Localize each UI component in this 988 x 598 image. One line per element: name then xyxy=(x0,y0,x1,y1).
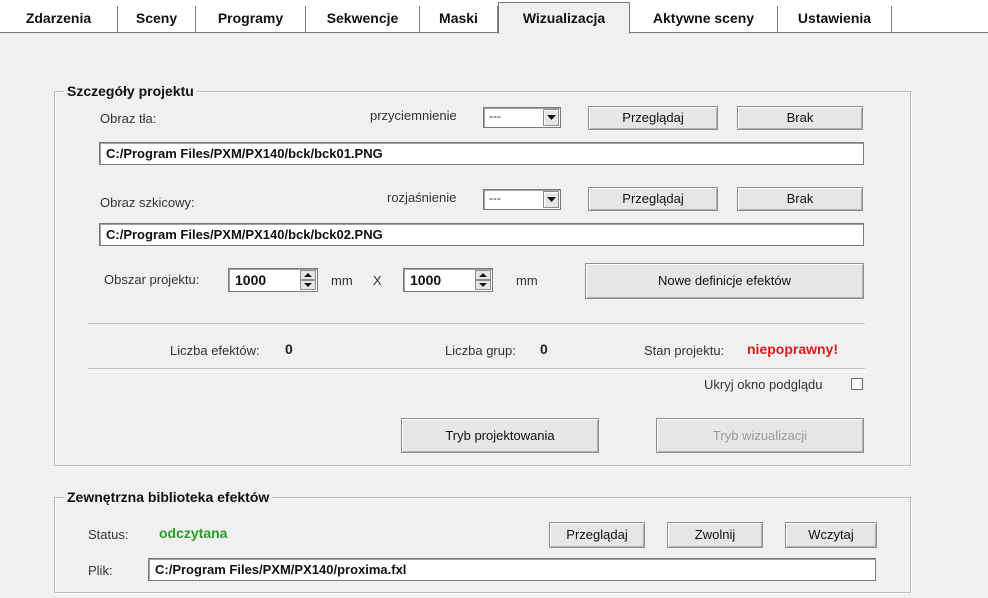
chevron-down-icon[interactable] xyxy=(543,191,559,208)
library-status-label: Status: xyxy=(88,527,129,542)
spin-down-icon[interactable] xyxy=(300,280,316,290)
darken-select[interactable]: --- xyxy=(483,107,561,128)
tab-maski[interactable]: Maski xyxy=(420,6,498,32)
separator xyxy=(88,323,865,327)
project-height-value: 1000 xyxy=(410,272,442,288)
groups-count-label: Liczba grup: xyxy=(445,343,516,358)
library-status-value: odczytana xyxy=(159,525,228,541)
unit-mm-label-2: mm xyxy=(516,273,538,288)
darken-select-value: --- xyxy=(489,109,501,123)
background-image-label: Obraz tła: xyxy=(100,111,157,126)
tab-ustawienia[interactable]: Ustawienia xyxy=(778,6,892,32)
spin-down-icon[interactable] xyxy=(475,280,491,290)
brighten-select-value: --- xyxy=(489,191,501,205)
tab-wizualizacja[interactable]: Wizualizacja xyxy=(498,2,630,34)
library-file-label: Plik: xyxy=(88,563,113,578)
groups-count-value: 0 xyxy=(540,341,548,357)
tab-programy[interactable]: Programy xyxy=(196,6,306,32)
chevron-down-icon[interactable] xyxy=(543,109,559,126)
visualization-mode-button[interactable]: Tryb wizualizacji xyxy=(656,418,864,453)
brighten-select[interactable]: --- xyxy=(483,189,561,210)
tab-sceny[interactable]: Sceny xyxy=(118,6,196,32)
project-state-value: niepoprawny! xyxy=(747,341,839,357)
brighten-label: rozjaśnienie xyxy=(387,190,457,205)
tab-zdarzenia[interactable]: Zdarzenia xyxy=(0,6,118,32)
effects-library-legend: Zewnętrzna biblioteka efektów xyxy=(64,489,273,505)
project-width-value: 1000 xyxy=(235,272,267,288)
new-effect-definitions-button[interactable]: Nowe definicje efektów xyxy=(585,263,864,299)
tab-underline xyxy=(0,32,988,33)
library-load-button[interactable]: Wczytaj xyxy=(785,522,877,548)
background-none-button[interactable]: Brak xyxy=(737,106,863,130)
sketch-image-label: Obraz szkicowy: xyxy=(100,195,195,210)
hide-preview-label: Ukryj okno podglądu xyxy=(704,377,823,392)
effects-count-label: Liczba efektów: xyxy=(170,343,260,358)
background-browse-button[interactable]: Przeglądaj xyxy=(588,106,718,130)
darken-label: przyciemnienie xyxy=(370,108,457,123)
effects-count-value: 0 xyxy=(285,341,293,357)
design-mode-button[interactable]: Tryb projektowania xyxy=(401,418,599,453)
project-details-legend: Szczegóły projektu xyxy=(64,83,197,99)
project-area-label: Obszar projektu: xyxy=(104,272,200,287)
background-path-field[interactable]: C:/Program Files/PXM/PX140/bck/bck01.PNG xyxy=(99,142,864,165)
tab-bar: Zdarzenia Sceny Programy Sekwencje Maski… xyxy=(0,0,988,34)
library-release-button[interactable]: Zwolnij xyxy=(667,522,763,548)
tab-aktywne-sceny[interactable]: Aktywne sceny xyxy=(630,6,778,32)
sketch-path-field[interactable]: C:/Program Files/PXM/PX140/bck/bck02.PNG xyxy=(99,223,864,246)
project-width-spinner[interactable]: 1000 xyxy=(228,268,318,292)
sketch-none-button[interactable]: Brak xyxy=(737,187,863,211)
hide-preview-checkbox[interactable] xyxy=(851,378,863,390)
unit-mm-label: mm xyxy=(331,273,353,288)
sketch-browse-button[interactable]: Przeglądaj xyxy=(588,187,718,211)
project-height-spinner[interactable]: 1000 xyxy=(403,268,493,292)
separator xyxy=(88,368,865,372)
times-label: X xyxy=(373,273,382,288)
spin-up-icon[interactable] xyxy=(300,270,316,280)
spin-up-icon[interactable] xyxy=(475,270,491,280)
project-state-label: Stan projektu: xyxy=(644,343,725,358)
library-browse-button[interactable]: Przeglądaj xyxy=(549,522,645,548)
library-file-field[interactable]: C:/Program Files/PXM/PX140/proxima.fxl xyxy=(148,558,876,581)
tab-sekwencje[interactable]: Sekwencje xyxy=(306,6,420,32)
